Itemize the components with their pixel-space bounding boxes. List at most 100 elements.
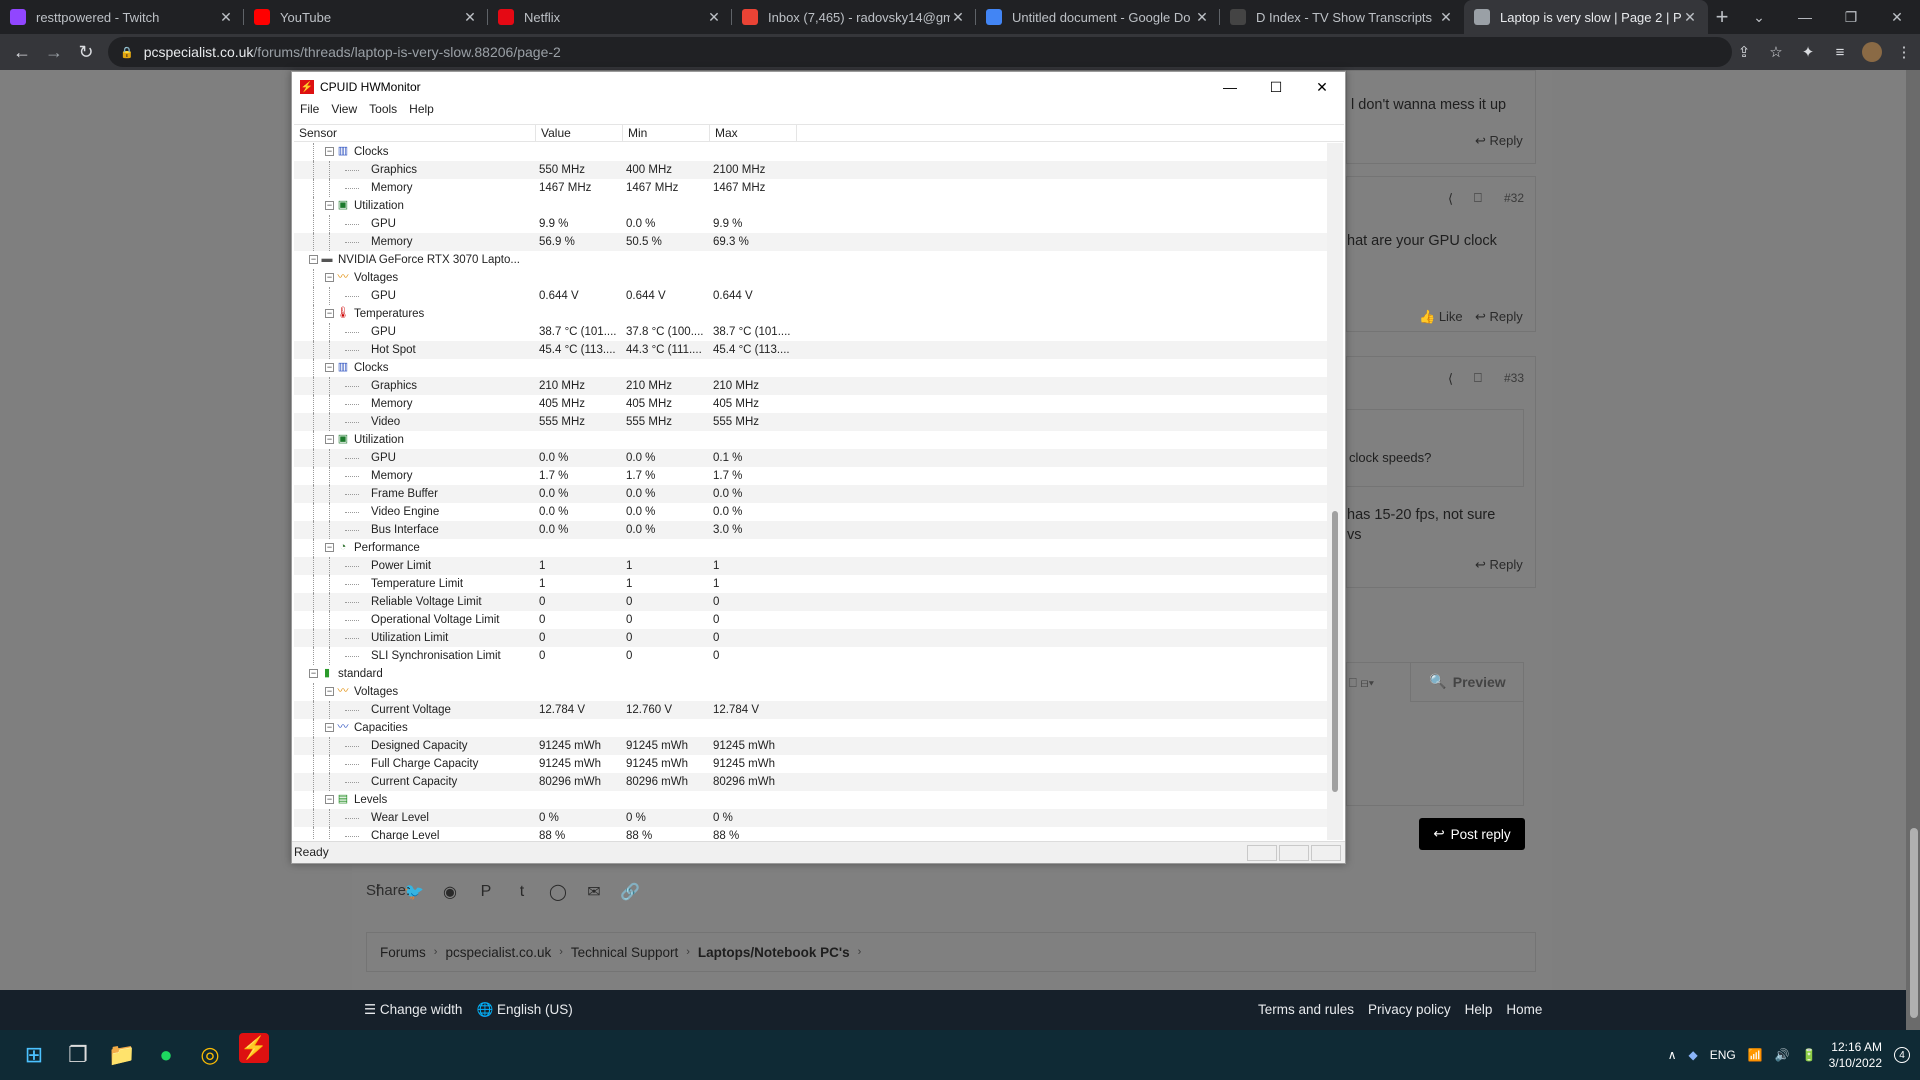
device-node[interactable]: − ▮ standard — [294, 665, 1328, 683]
sensor-row[interactable]: Video 555 MHz 555 MHz 555 MHz — [294, 413, 1328, 431]
breadcrumb-site[interactable]: pcspecialist.co.uk — [445, 945, 551, 960]
tab-search-icon[interactable]: ⌄ — [1736, 9, 1782, 26]
close-tab-icon[interactable]: ✕ — [218, 9, 234, 26]
bookmark-icon[interactable]: ⎕ — [1474, 190, 1482, 206]
address-bar[interactable]: 🔒 pcspecialist.co.uk /forums/threads/lap… — [108, 37, 1732, 67]
breadcrumb-laptops[interactable]: Laptops/Notebook PC's — [698, 945, 850, 960]
post-number[interactable]: #32 — [1504, 191, 1524, 205]
group-node[interactable]: − ▥ Clocks — [294, 359, 1328, 377]
close-tab-icon[interactable]: ✕ — [462, 9, 478, 26]
breadcrumb-forums[interactable]: Forums — [380, 945, 426, 960]
collapse-toggle-icon[interactable]: − — [325, 543, 334, 552]
collapse-toggle-icon[interactable]: − — [325, 309, 334, 318]
volume-icon[interactable]: 🔊 — [1775, 1048, 1790, 1062]
close-tab-icon[interactable]: ✕ — [1438, 9, 1454, 26]
battery-icon[interactable]: 🔋 — [1802, 1048, 1817, 1062]
sensor-row[interactable]: Wear Level 0 % 0 % 0 % — [294, 809, 1328, 827]
close-window-button[interactable]: ✕ — [1874, 9, 1920, 26]
menu-view[interactable]: View — [331, 102, 365, 122]
task-view-icon[interactable]: ❐ — [56, 1033, 100, 1077]
page-scroll-thumb[interactable] — [1910, 828, 1918, 1018]
breadcrumb-technical-support[interactable]: Technical Support — [571, 945, 678, 960]
editor-toolbar-icon[interactable]: ⎕ ⊟▾ — [1349, 675, 1374, 691]
menu-help[interactable]: Help — [409, 102, 442, 122]
whatsapp-icon[interactable]: ◯ — [546, 882, 570, 902]
collapse-toggle-icon[interactable]: − — [309, 255, 318, 264]
sensor-row[interactable]: Reliable Voltage Limit 0 0 0 — [294, 593, 1328, 611]
privacy-link[interactable]: Privacy policy — [1368, 1002, 1451, 1017]
sensor-row[interactable]: Operational Voltage Limit 0 0 0 — [294, 611, 1328, 629]
group-node[interactable]: − ▣ Utilization — [294, 431, 1328, 449]
collapse-toggle-icon[interactable]: − — [325, 201, 334, 210]
collapse-toggle-icon[interactable]: − — [325, 795, 334, 804]
device-node[interactable]: − ▬ NVIDIA GeForce RTX 3070 Lapto... — [294, 251, 1328, 269]
home-link[interactable]: Home — [1506, 1002, 1542, 1017]
minimize-button[interactable]: — — [1207, 72, 1253, 102]
profile-avatar[interactable] — [1862, 42, 1882, 62]
bookmark-icon[interactable]: ⎕ — [1474, 370, 1482, 386]
collapse-toggle-icon[interactable]: − — [325, 435, 334, 444]
group-node[interactable]: − ◔ Performance — [294, 539, 1328, 557]
hwmonitor-icon[interactable]: ⚡ — [239, 1033, 269, 1063]
sensor-scrollbar[interactable] — [1327, 143, 1343, 840]
reply-link[interactable]: ↩ Reply — [1475, 133, 1523, 149]
collapse-toggle-icon[interactable]: − — [325, 147, 334, 156]
column-min[interactable]: Min — [623, 125, 710, 141]
sensor-row[interactable]: Video Engine 0.0 % 0.0 % 0.0 % — [294, 503, 1328, 521]
menu-kebab-icon[interactable]: ⋮ — [1888, 43, 1920, 61]
forward-button[interactable]: → — [36, 36, 72, 68]
terms-link[interactable]: Terms and rules — [1258, 1002, 1354, 1017]
sensor-tree[interactable]: − ▥ Clocks Graphics 550 MHz 400 MHz 2100 MHz Me… — [294, 143, 1328, 840]
post-reply-button[interactable]: ↩ Post reply — [1419, 818, 1525, 850]
share-post-icon[interactable]: ⟨ — [1448, 191, 1453, 207]
tumblr-icon[interactable]: t — [510, 883, 534, 901]
sensor-row[interactable]: GPU 0.644 V 0.644 V 0.644 V — [294, 287, 1328, 305]
sensor-row[interactable]: GPU 0.0 % 0.0 % 0.1 % — [294, 449, 1328, 467]
reply-link[interactable]: ↩ Reply — [1475, 557, 1523, 573]
column-max[interactable]: Max — [710, 125, 797, 141]
browser-tab[interactable]: D Index - TV Show Transcripts ✕ — [1220, 0, 1464, 34]
new-tab-button[interactable]: + — [1708, 0, 1736, 34]
language-link[interactable]: 🌐 English (US) — [476, 1002, 572, 1018]
clock[interactable]: 12:16 AM 3/10/2022 — [1829, 1039, 1882, 1071]
post-number[interactable]: #33 — [1504, 371, 1524, 385]
sensor-row[interactable]: Charge Level 88 % 88 % 88 % — [294, 827, 1328, 840]
windows-start-icon[interactable]: ⊞ — [12, 1033, 56, 1077]
notification-badge[interactable]: 4 — [1894, 1047, 1910, 1063]
sensor-row[interactable]: Current Voltage 12.784 V 12.760 V 12.784 V — [294, 701, 1328, 719]
restore-button[interactable]: ❐ — [1828, 9, 1874, 26]
spotify-icon[interactable]: ● — [144, 1033, 188, 1077]
nvidia-tray-icon[interactable]: ◆ — [1689, 1048, 1698, 1062]
collapse-toggle-icon[interactable]: − — [325, 363, 334, 372]
chevron-up-icon[interactable]: ∧ — [1668, 1048, 1677, 1062]
sensor-row[interactable]: Graphics 550 MHz 400 MHz 2100 MHz — [294, 161, 1328, 179]
sensor-row[interactable]: Graphics 210 MHz 210 MHz 210 MHz — [294, 377, 1328, 395]
browser-tab[interactable]: Untitled document - Google Do ✕ — [976, 0, 1220, 34]
browser-tab[interactable]: resttpowered - Twitch ✕ — [0, 0, 244, 34]
share-post-icon[interactable]: ⟨ — [1448, 371, 1453, 387]
group-node[interactable]: − 🌡 Temperatures — [294, 305, 1328, 323]
sensor-row[interactable]: Bus Interface 0.0 % 0.0 % 3.0 % — [294, 521, 1328, 539]
sensor-row[interactable]: Frame Buffer 0.0 % 0.0 % 0.0 % — [294, 485, 1328, 503]
menu-file[interactable]: File — [300, 102, 327, 122]
extensions-icon[interactable]: ✦ — [1792, 43, 1824, 61]
sensor-row[interactable]: Utilization Limit 0 0 0 — [294, 629, 1328, 647]
close-tab-icon[interactable]: ✕ — [1682, 9, 1698, 26]
browser-tab[interactable]: Netflix ✕ — [488, 0, 732, 34]
collapse-toggle-icon[interactable]: − — [309, 669, 318, 678]
minimize-button[interactable]: — — [1782, 9, 1828, 25]
group-node[interactable]: − 〰 Capacities — [294, 719, 1328, 737]
sensor-row[interactable]: Full Charge Capacity 91245 mWh 91245 mWh 91… — [294, 755, 1328, 773]
sensor-row[interactable]: GPU 9.9 % 0.0 % 9.9 % — [294, 215, 1328, 233]
browser-tab[interactable]: YouTube ✕ — [244, 0, 488, 34]
link-icon[interactable]: 🔗 — [618, 882, 642, 902]
preview-button[interactable]: 🔍 Preview — [1410, 662, 1524, 702]
menu-tools[interactable]: Tools — [369, 102, 405, 122]
reading-list-icon[interactable]: ≡ — [1824, 44, 1856, 61]
browser-tab[interactable]: Laptop is very slow | Page 2 | PC ✕ — [1464, 0, 1708, 34]
column-value[interactable]: Value — [536, 125, 623, 141]
back-button[interactable]: ← — [4, 36, 40, 68]
language-indicator[interactable]: ENG — [1710, 1048, 1736, 1062]
sensor-row[interactable]: GPU 38.7 °C (101.... 37.8 °C (100.... 38.7 … — [294, 323, 1328, 341]
sensor-row[interactable]: SLI Synchronisation Limit 0 0 0 — [294, 647, 1328, 665]
